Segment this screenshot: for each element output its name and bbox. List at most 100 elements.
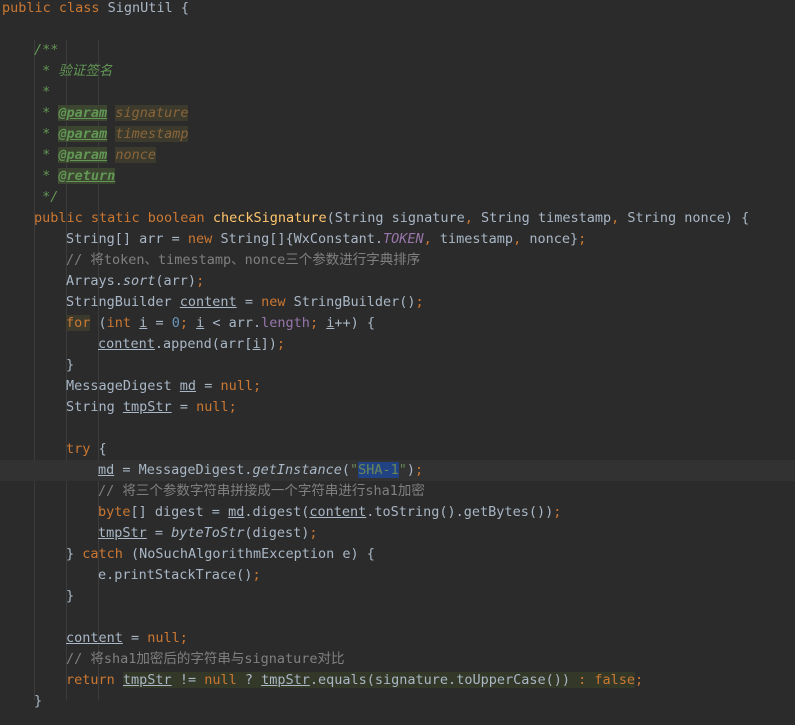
code-token: try bbox=[66, 441, 99, 457]
code-line[interactable]: String[] arr = new String[]{WxConstant.T… bbox=[0, 229, 795, 250]
code-token: sort bbox=[122, 273, 156, 289]
code-token: * bbox=[34, 168, 59, 184]
code-text: * @param timestamp bbox=[34, 124, 189, 145]
code-token: } bbox=[66, 357, 75, 373]
code-editor[interactable]: public class SignUtil { /** * 验证签名 * * @p… bbox=[0, 0, 795, 725]
code-text: content = null; bbox=[66, 628, 188, 649]
code-token: ; bbox=[553, 504, 562, 520]
code-token: } bbox=[66, 588, 75, 604]
code-text: try { bbox=[66, 439, 107, 460]
code-line[interactable]: * bbox=[0, 82, 795, 103]
code-token: int bbox=[106, 315, 140, 331]
code-token: ; bbox=[309, 315, 327, 331]
code-token: ++) { bbox=[334, 315, 375, 331]
code-line[interactable]: StringBuilder content = new StringBuilde… bbox=[0, 292, 795, 313]
code-token: : false bbox=[578, 672, 636, 688]
code-token: content bbox=[309, 504, 367, 520]
code-line[interactable]: content.append(arr[i]); bbox=[0, 334, 795, 355]
code-text: /** bbox=[34, 40, 58, 61]
code-line[interactable]: tmpStr = byteToStr(digest); bbox=[0, 523, 795, 544]
code-token: ; bbox=[415, 462, 424, 478]
code-token: ; bbox=[179, 315, 197, 331]
code-token: i bbox=[252, 336, 261, 352]
code-line[interactable]: // 将三个参数字符串拼接成一个字符串进行sha1加密 bbox=[0, 481, 795, 502]
code-line[interactable]: * @param signature bbox=[0, 103, 795, 124]
code-line[interactable]: e.printStackTrace(); bbox=[0, 565, 795, 586]
code-text: // 将sha1加密后的字符串与signature对比 bbox=[66, 649, 345, 670]
code-token: StringBuilder bbox=[66, 294, 180, 310]
code-line[interactable]: */ bbox=[0, 187, 795, 208]
code-token: @return bbox=[58, 168, 116, 184]
code-text: String[] arr = new String[]{WxConstant.T… bbox=[66, 229, 586, 250]
code-line[interactable]: /** bbox=[0, 40, 795, 61]
code-token: * 验证签名 bbox=[34, 63, 113, 79]
code-line[interactable]: Arrays.sort(arr); bbox=[0, 271, 795, 292]
code-token: = bbox=[236, 294, 262, 310]
code-token: String timestamp bbox=[481, 210, 612, 226]
code-token: catch bbox=[82, 546, 132, 562]
code-token: // 将token、timestamp、nonce三个参数进行字典排序 bbox=[66, 252, 421, 268]
code-token: checkSignature bbox=[212, 210, 327, 226]
code-text: public static boolean checkSignature(Str… bbox=[34, 208, 749, 229]
code-line[interactable]: } catch (NoSuchAlgorithmException e) { bbox=[0, 544, 795, 565]
code-line[interactable]: * @param timestamp bbox=[0, 124, 795, 145]
code-token: String nonce) { bbox=[627, 210, 750, 226]
code-token: * bbox=[34, 84, 51, 100]
code-text: byte[] digest = md.digest(content.toStri… bbox=[98, 502, 561, 523]
code-token: } bbox=[66, 546, 83, 562]
code-text: tmpStr = byteToStr(digest); bbox=[98, 523, 318, 544]
code-line[interactable]: public static boolean checkSignature(Str… bbox=[0, 208, 795, 229]
code-token: public class bbox=[2, 0, 108, 16]
code-token: timestamp bbox=[115, 126, 189, 142]
code-token: content bbox=[179, 294, 237, 310]
code-token: // 将sha1加密后的字符串与signature对比 bbox=[66, 651, 345, 667]
code-token: @param bbox=[58, 105, 108, 121]
code-token: Arrays. bbox=[66, 273, 123, 289]
code-line[interactable]: return tmpStr != null ? tmpStr.equals(si… bbox=[0, 670, 795, 691]
code-token: content bbox=[66, 630, 123, 646]
code-token: = bbox=[171, 399, 197, 415]
code-line[interactable]: // 将sha1加密后的字符串与signature对比 bbox=[0, 649, 795, 670]
code-line[interactable]: content = null; bbox=[0, 628, 795, 649]
code-text: // 将token、timestamp、nonce三个参数进行字典排序 bbox=[66, 250, 420, 271]
code-token: ; bbox=[276, 336, 285, 352]
code-line[interactable]: } bbox=[0, 355, 795, 376]
code-line[interactable]: byte[] digest = md.digest(content.toStri… bbox=[0, 502, 795, 523]
code-token: // 将三个参数字符串拼接成一个字符串进行sha1加密 bbox=[98, 483, 425, 499]
code-line[interactable]: String tmpStr = null; bbox=[0, 397, 795, 418]
code-line[interactable] bbox=[0, 607, 795, 628]
code-text: md = MessageDigest.getInstance("SHA-1"); bbox=[98, 460, 423, 481]
code-line[interactable]: * @param nonce bbox=[0, 145, 795, 166]
code-token: null bbox=[204, 672, 245, 688]
code-line[interactable]: try { bbox=[0, 439, 795, 460]
code-token: SignUtil { bbox=[107, 0, 189, 16]
code-token: != bbox=[171, 672, 205, 688]
code-line[interactable]: * @return bbox=[0, 166, 795, 187]
code-token: StringBuilder() bbox=[293, 294, 416, 310]
code-line[interactable]: } bbox=[0, 691, 795, 712]
code-token: ; bbox=[415, 294, 424, 310]
code-line[interactable]: public class SignUtil { bbox=[0, 0, 795, 19]
code-line[interactable] bbox=[0, 418, 795, 439]
code-line[interactable]: for (int i = 0; i < arr.length; i++) { bbox=[0, 313, 795, 334]
code-text: } bbox=[66, 586, 74, 607]
code-token: tmpStr bbox=[122, 672, 172, 688]
code-line[interactable] bbox=[0, 19, 795, 40]
code-token: TOKEN bbox=[383, 231, 424, 247]
code-token: = bbox=[147, 315, 172, 331]
code-token: md bbox=[98, 462, 115, 478]
code-token: ; bbox=[635, 672, 644, 688]
code-line[interactable]: * 验证签名 bbox=[0, 61, 795, 82]
code-token: new bbox=[261, 294, 294, 310]
code-token: = MessageDigest. bbox=[114, 462, 253, 478]
code-token: md bbox=[228, 504, 245, 520]
code-token: timestamp bbox=[439, 231, 514, 247]
code-token: MessageDigest bbox=[66, 378, 180, 394]
code-text: * @param nonce bbox=[34, 145, 156, 166]
code-line[interactable]: md = MessageDigest.getInstance("SHA-1"); bbox=[0, 460, 795, 481]
code-line[interactable]: } bbox=[0, 586, 795, 607]
code-line[interactable]: MessageDigest md = null; bbox=[0, 376, 795, 397]
code-token: " bbox=[398, 462, 407, 478]
code-token: .equals(signature.toUpperCase()) bbox=[309, 672, 579, 688]
code-line[interactable]: // 将token、timestamp、nonce三个参数进行字典排序 bbox=[0, 250, 795, 271]
